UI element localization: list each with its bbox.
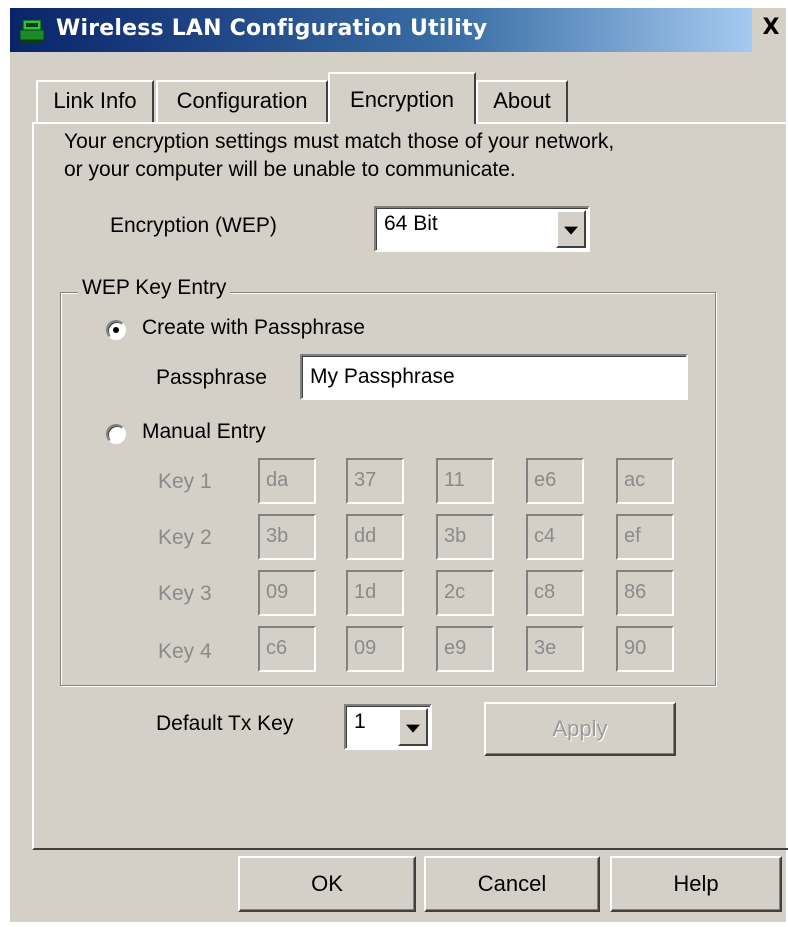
wireless-network-icon xyxy=(19,19,45,43)
encryption-tab-panel xyxy=(32,122,788,850)
dialog-window: Wireless LAN Configuration Utility X Lin… xyxy=(10,8,788,922)
tab-configuration[interactable]: Configuration xyxy=(156,80,328,122)
tab-link-info[interactable]: Link Info xyxy=(36,80,154,122)
help-button[interactable]: Help xyxy=(610,856,782,912)
tab-encryption[interactable]: Encryption xyxy=(328,72,476,124)
ok-button[interactable]: OK xyxy=(238,856,416,912)
tab-about[interactable]: About xyxy=(476,80,568,122)
window-title: Wireless LAN Configuration Utility xyxy=(56,16,488,41)
cancel-button[interactable]: Cancel xyxy=(424,856,600,912)
close-button[interactable]: X xyxy=(758,16,784,42)
title-bar[interactable]: Wireless LAN Configuration Utility X xyxy=(10,8,786,52)
